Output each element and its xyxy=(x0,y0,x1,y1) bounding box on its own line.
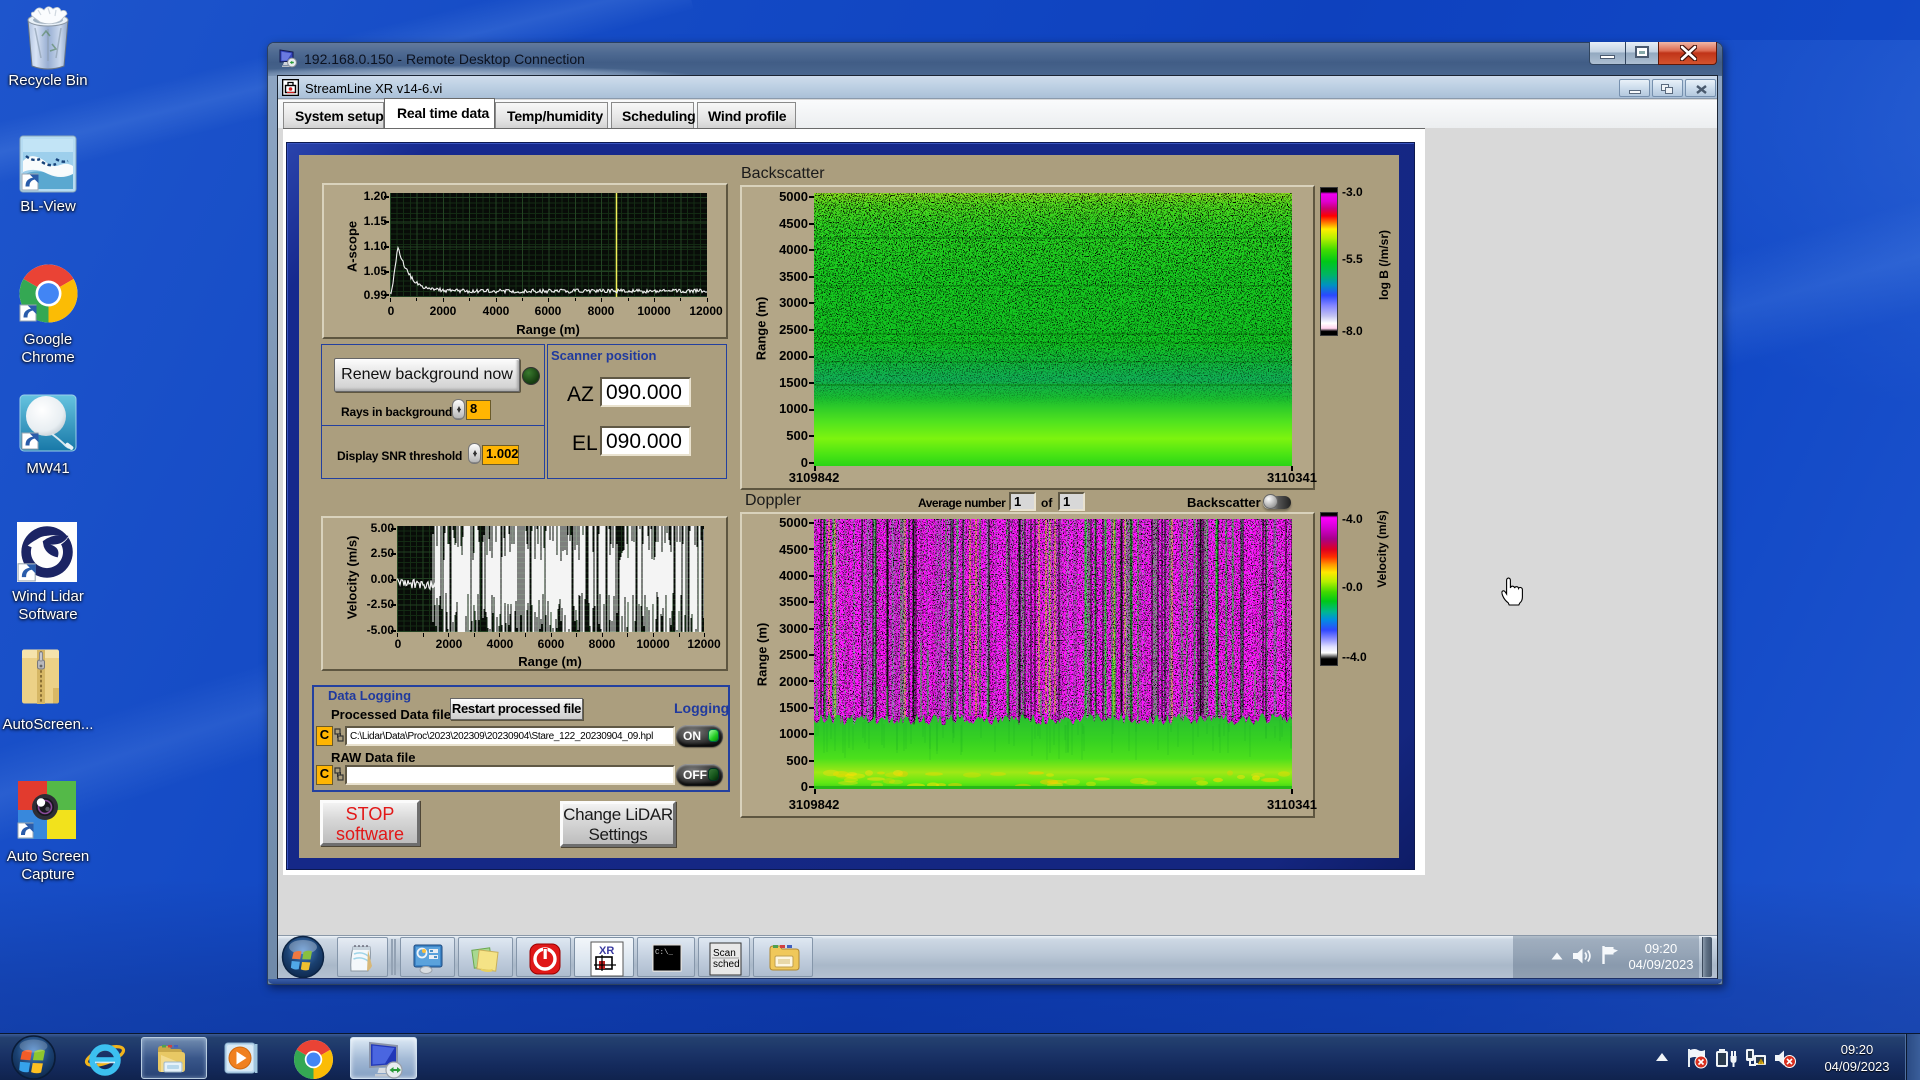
svg-text:XR: XR xyxy=(599,945,614,957)
svg-text:C:\_: C:\_ xyxy=(655,949,674,957)
svg-text:sched: sched xyxy=(713,959,740,970)
svg-text:Scan: Scan xyxy=(713,948,736,959)
